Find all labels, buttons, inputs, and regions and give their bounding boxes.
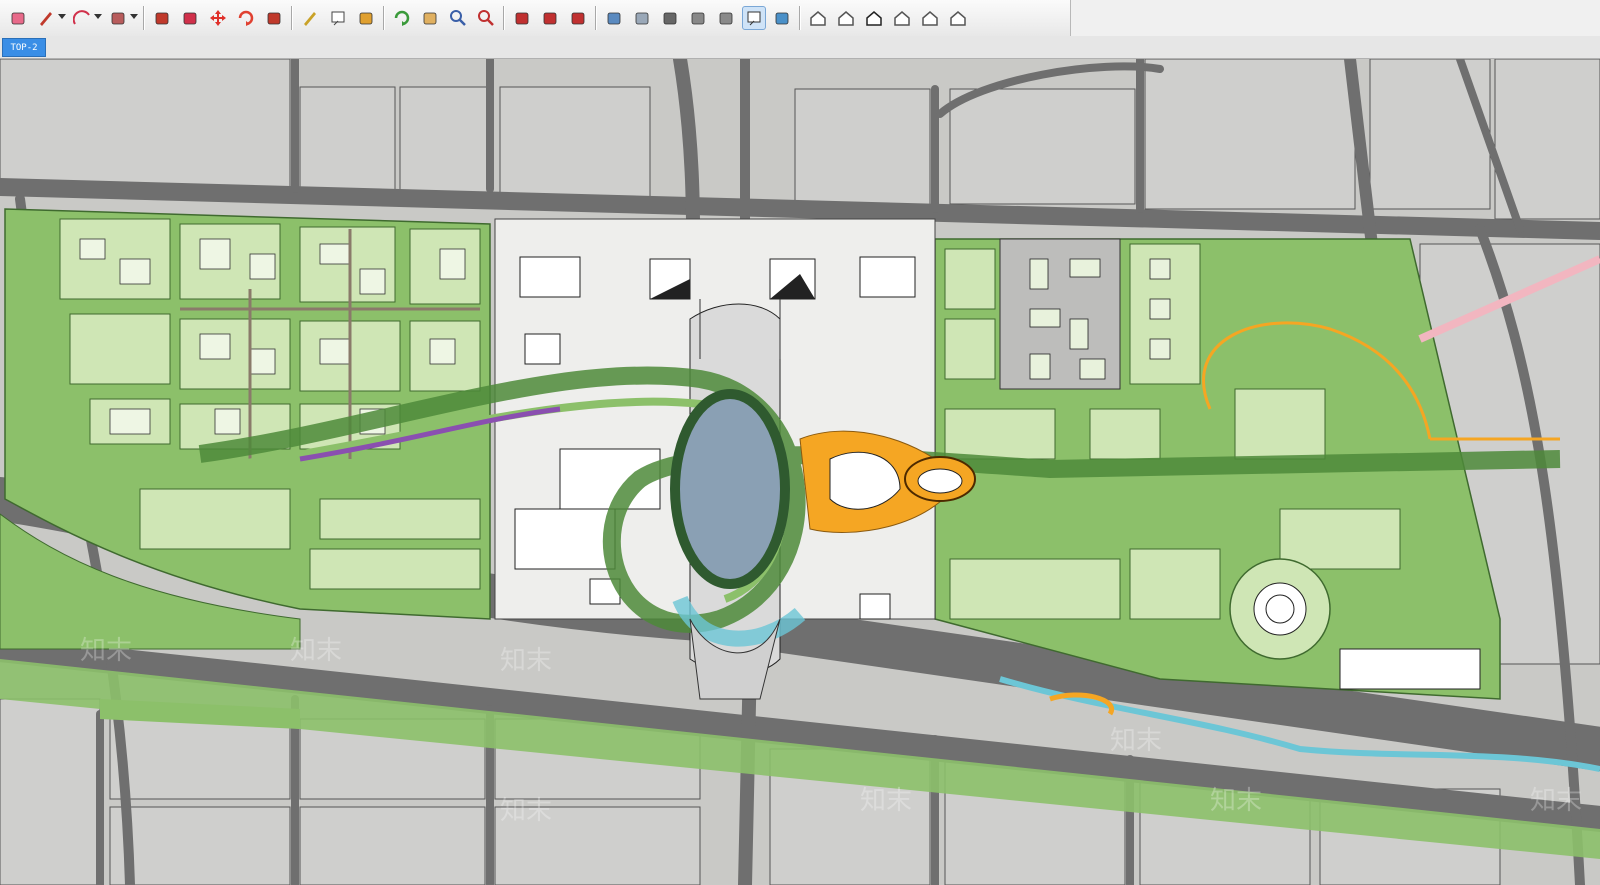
tape-measure-icon xyxy=(304,12,316,26)
watermark-text: 知末 xyxy=(290,636,342,666)
shaded-icon xyxy=(719,12,733,25)
toolbar-separator xyxy=(143,6,144,30)
wireframe-icon xyxy=(663,12,677,25)
iso-view-button[interactable] xyxy=(806,6,830,30)
text-icon xyxy=(331,11,345,26)
site-plan-drawing: 知末 知末 知末 知末 知末 知末 知末 知末 xyxy=(0,59,1600,885)
eraser-button[interactable] xyxy=(6,6,30,30)
move-icon xyxy=(210,10,226,26)
dropdown-caret-icon[interactable] xyxy=(130,14,138,19)
push-pull-button[interactable] xyxy=(150,6,174,30)
tape-measure-button[interactable] xyxy=(298,6,322,30)
follow-me-icon xyxy=(183,12,197,25)
toolbar-strip xyxy=(0,0,1071,36)
rotate-icon xyxy=(238,10,254,26)
dropdown-caret-icon[interactable] xyxy=(94,14,102,19)
xray-icon xyxy=(607,12,621,25)
shaded-textures-icon xyxy=(747,11,761,26)
arc-icon xyxy=(73,10,90,25)
toolbar-separator xyxy=(799,6,800,30)
toolbar-separator xyxy=(291,6,292,30)
toolbar-separator xyxy=(383,6,384,30)
iso-view-icon xyxy=(810,11,826,26)
watermark-text: 知末 xyxy=(1110,726,1162,756)
paint-bucket-icon xyxy=(359,12,373,25)
watermark-text: 知末 xyxy=(500,796,552,826)
get-models-button[interactable] xyxy=(566,6,590,30)
back-view-icon xyxy=(922,11,938,26)
get-models-icon xyxy=(571,12,585,25)
pencil-button[interactable] xyxy=(34,6,58,30)
move-button[interactable] xyxy=(206,6,230,30)
left-view-icon xyxy=(950,11,966,26)
scene-tab-top-2[interactable]: TOP-2 xyxy=(2,38,46,57)
eraser-icon xyxy=(11,12,25,25)
back-edges-button[interactable] xyxy=(630,6,654,30)
front-view-icon xyxy=(866,11,882,26)
text-button[interactable] xyxy=(326,6,350,30)
xray-button[interactable] xyxy=(602,6,626,30)
pan-button[interactable] xyxy=(418,6,442,30)
follow-me-button[interactable] xyxy=(178,6,202,30)
orbit-button[interactable] xyxy=(390,6,414,30)
warehouse-icon xyxy=(515,12,529,25)
scale-icon xyxy=(267,12,281,25)
back-edges-icon xyxy=(635,12,649,25)
pencil-icon xyxy=(40,12,52,26)
back-view-button[interactable] xyxy=(918,6,942,30)
watermark-text: 知末 xyxy=(1530,786,1582,816)
watermark-text: 知末 xyxy=(500,646,552,676)
model-viewport[interactable]: 知末 知末 知末 知末 知末 知末 知末 知末 xyxy=(0,59,1600,885)
paint-bucket-button[interactable] xyxy=(354,6,378,30)
shaded-button[interactable] xyxy=(714,6,738,30)
scene-tab-bar: TOP-2 xyxy=(0,36,1600,59)
monochrome-button[interactable] xyxy=(770,6,794,30)
top-view-icon xyxy=(838,11,854,26)
zoom-button[interactable] xyxy=(446,6,470,30)
watermark-text: 知末 xyxy=(860,786,912,816)
rectangle-button[interactable] xyxy=(106,6,130,30)
front-view-button[interactable] xyxy=(862,6,886,30)
wireframe-button[interactable] xyxy=(658,6,682,30)
share-model-icon xyxy=(543,12,557,25)
toolbar xyxy=(0,0,1600,37)
top-view-button[interactable] xyxy=(834,6,858,30)
push-pull-icon xyxy=(155,12,169,25)
warehouse-button[interactable] xyxy=(510,6,534,30)
scale-button[interactable] xyxy=(262,6,286,30)
share-model-button[interactable] xyxy=(538,6,562,30)
pan-icon xyxy=(423,12,437,25)
zoom-extents-button[interactable] xyxy=(474,6,498,30)
rectangle-icon xyxy=(111,12,125,25)
hidden-line-icon xyxy=(691,12,705,25)
left-view-button[interactable] xyxy=(946,6,970,30)
orbit-icon xyxy=(394,10,410,26)
right-view-button[interactable] xyxy=(890,6,914,30)
shaded-textures-button[interactable] xyxy=(742,6,766,30)
watermark-text: 知末 xyxy=(1210,786,1262,816)
zoom-icon xyxy=(450,10,466,26)
dropdown-caret-icon[interactable] xyxy=(58,14,66,19)
rotate-button[interactable] xyxy=(234,6,258,30)
toolbar-separator xyxy=(595,6,596,30)
right-view-icon xyxy=(894,11,910,26)
toolbar-separator xyxy=(503,6,504,30)
arc-button[interactable] xyxy=(70,6,94,30)
watermark-text: 知末 xyxy=(80,636,132,666)
zoom-extents-icon xyxy=(478,10,494,26)
monochrome-icon xyxy=(775,12,789,25)
hidden-line-button[interactable] xyxy=(686,6,710,30)
